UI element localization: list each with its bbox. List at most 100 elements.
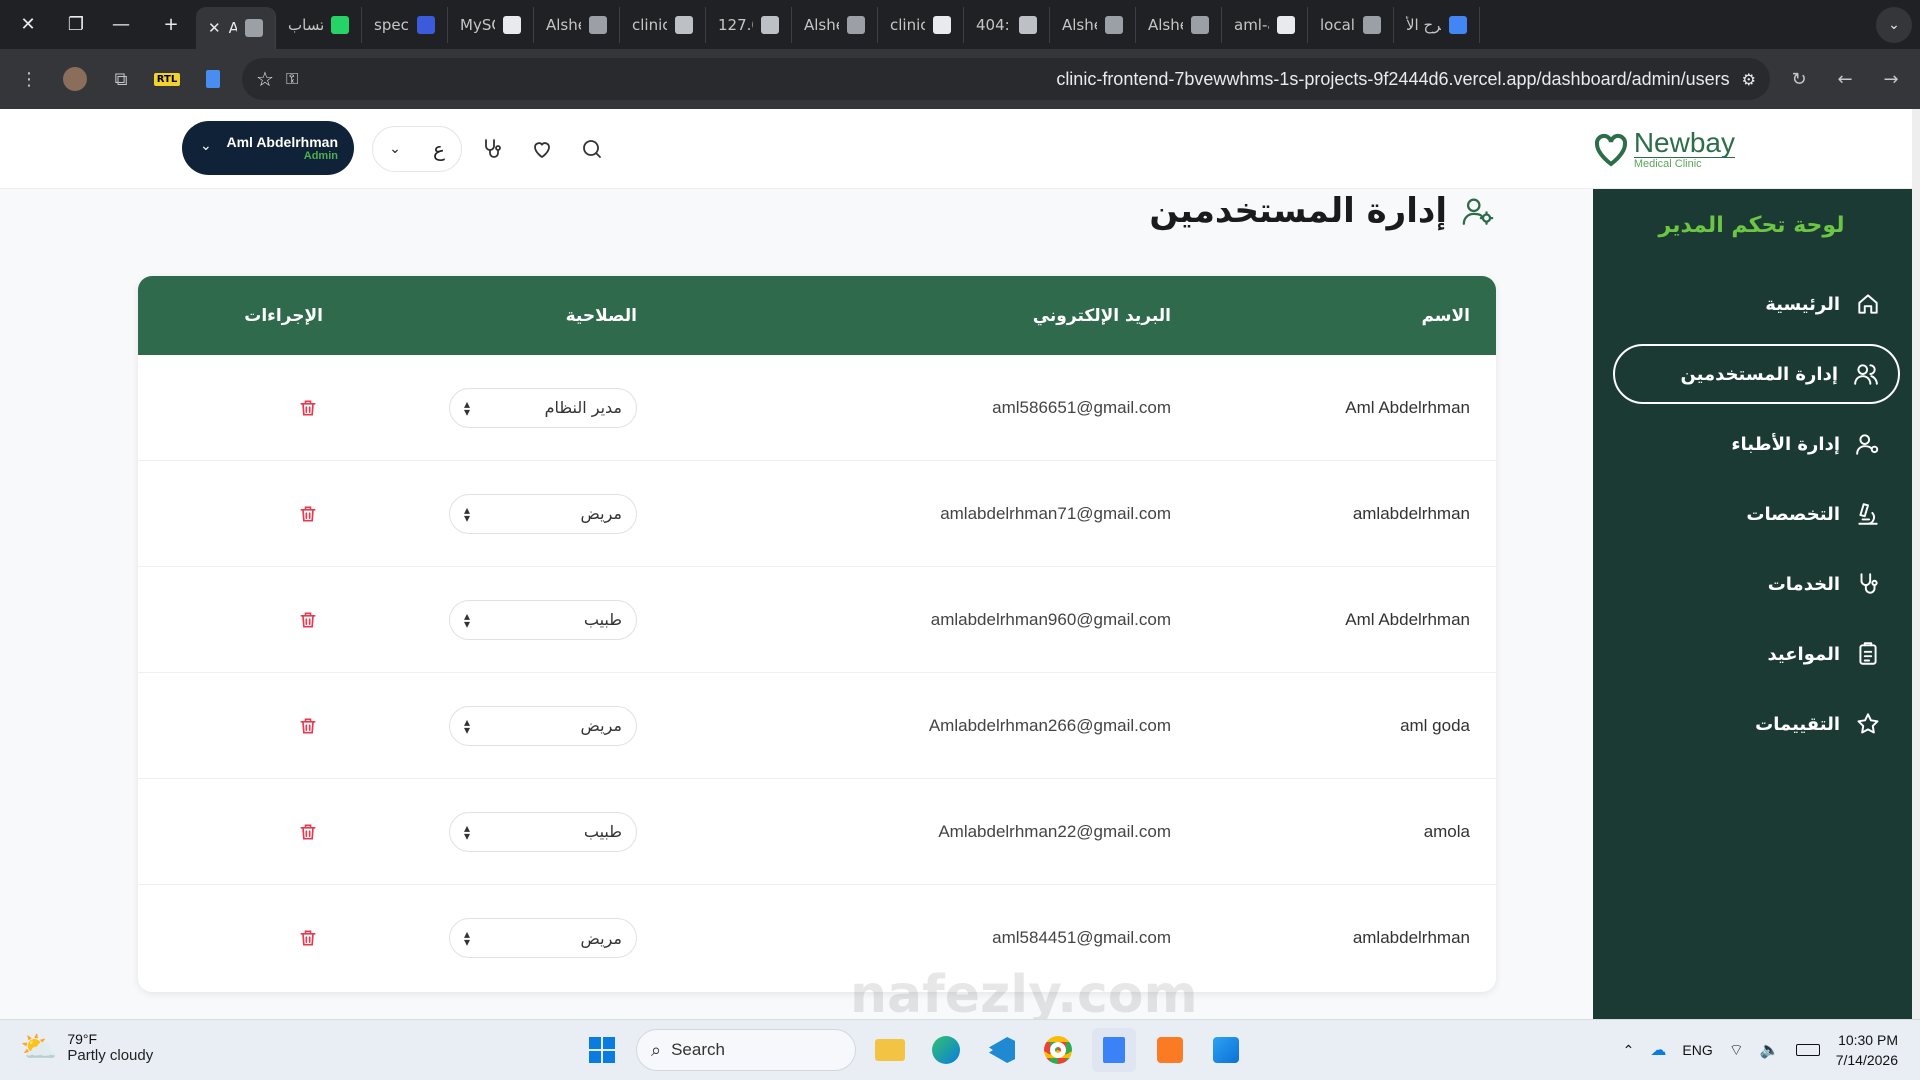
taskbar-search[interactable]: ⌕ Search (636, 1029, 856, 1071)
tab-label: speciali (374, 15, 409, 34)
volume-icon[interactable]: 🔈 (1760, 1040, 1780, 1060)
role-select[interactable]: طبيب ▴ ▾ (449, 811, 637, 852)
tab-label: 127.0.0 (718, 15, 753, 34)
battery-icon[interactable] (1795, 1044, 1820, 1056)
minimize-window-icon[interactable]: — (96, 0, 146, 49)
paint-icon[interactable] (1204, 1028, 1248, 1072)
language-indicator[interactable]: ENG (1682, 1042, 1712, 1058)
browser-tab[interactable]: clinic-f (878, 6, 964, 43)
user-name-cell: aml goda (1400, 715, 1470, 735)
sidebar-title: لوحة تحكم المدير (1658, 213, 1845, 238)
browser-tab[interactable]: aml-ab (1222, 6, 1308, 43)
page-scrollbar[interactable] (1912, 109, 1920, 1019)
browser-tab[interactable]: 127.0.0 (706, 6, 792, 43)
file-explorer-icon[interactable] (868, 1028, 912, 1072)
browser-tab-bar: ✕ ❐ — + ✕ Als واتساب speciali MySQL Alshefa cl… (0, 0, 1920, 49)
tab-favicon-icon (761, 15, 779, 34)
browser-tab[interactable]: Alshefa (534, 6, 620, 43)
stethoscope-icon[interactable] (472, 129, 512, 169)
chevron-up-icon[interactable]: ⌃ (1623, 1042, 1635, 1059)
table-row: amlabdelrhman aml584451@gmail.com مريض ▴ ▾ (138, 885, 1496, 991)
tab-favicon-icon (847, 15, 865, 34)
page-title: إدارة المستخدمين (1149, 191, 1447, 231)
role-select[interactable]: مريض ▴ ▾ (449, 918, 637, 958)
wifi-icon[interactable]: ⌔ (1729, 1040, 1744, 1060)
browser-tab[interactable]: Alshefa (792, 6, 878, 43)
delete-user-button[interactable] (293, 817, 323, 847)
delete-user-button[interactable] (293, 605, 323, 635)
document-extension-icon[interactable] (196, 62, 230, 96)
browser-tab[interactable]: ✕ Als (196, 7, 276, 49)
user-name-cell: amlabdelrhman (1352, 928, 1470, 947)
back-icon[interactable]: ← (1828, 62, 1862, 96)
sidebar-item-1[interactable]: الرئيسية (1613, 274, 1900, 334)
role-value: طبيب (583, 610, 622, 629)
extensions-icon[interactable]: ⧉ (104, 62, 138, 96)
windows-start-icon[interactable] (580, 1028, 624, 1072)
partly-cloudy-icon: ⛅ (20, 1030, 58, 1065)
reload-icon[interactable]: ↻ (1782, 62, 1816, 96)
chrome-icon[interactable] (1036, 1028, 1080, 1072)
delete-user-button[interactable] (293, 499, 323, 529)
menu-dots-icon[interactable]: ⋮ (12, 62, 46, 96)
clipboard-icon (1854, 640, 1882, 668)
browser-tab[interactable]: شرح الأ (1394, 6, 1480, 43)
xampp-icon[interactable] (1148, 1028, 1192, 1072)
browser-tab[interactable]: clinic-b (620, 6, 706, 43)
password-key-icon[interactable]: ⚿ (286, 69, 298, 89)
url-text[interactable]: clinic-frontend-7bvewwhms-1s-projects-9f… (1056, 69, 1729, 90)
tab-search-icon[interactable]: ⌄ (1876, 6, 1912, 43)
role-select[interactable]: مريض ▴ ▾ (449, 493, 637, 534)
user-settings-icon (1462, 198, 1494, 225)
edge-icon[interactable] (924, 1028, 968, 1072)
close-window-icon[interactable]: ✕ (0, 0, 56, 49)
browser-tab[interactable]: localho (1308, 6, 1394, 43)
heart-icon[interactable] (522, 129, 562, 169)
search-icon[interactable] (572, 129, 612, 169)
new-tab-button[interactable]: + (146, 0, 196, 49)
browser-tab[interactable]: واتساب (276, 6, 362, 43)
site-settings-icon[interactable]: ⚙ (1742, 70, 1756, 89)
language-switcher[interactable]: ⌄ ع (372, 126, 462, 172)
address-bar[interactable]: ☆ ⚿ clinic-frontend-7bvewwhms-1s-project… (242, 58, 1770, 100)
forward-icon[interactable]: → (1874, 62, 1908, 96)
table-row: aml goda Amlabdelrhman266@gmail.com مريض ▴ ▾ (138, 673, 1496, 779)
notepad-icon[interactable] (1092, 1028, 1136, 1072)
table-row: Aml Abdelrhman aml586651@gmail.com مدير ال… (138, 355, 1496, 461)
sidebar-item-4[interactable]: التخصصات (1613, 484, 1900, 544)
bookmark-star-icon[interactable]: ☆ (256, 67, 274, 91)
weather-widget[interactable]: ⛅ 79°F Partly cloudy (20, 1030, 153, 1065)
browser-tab[interactable]: Alshefa (1050, 6, 1136, 43)
rtl-extension-icon[interactable]: RTL (150, 62, 184, 96)
browser-tab[interactable]: MySQL (448, 6, 534, 43)
actions-cell (138, 923, 393, 953)
sidebar-item-5[interactable]: الخدمات (1613, 554, 1900, 614)
role-select[interactable]: مدير النظام ▴ ▾ (449, 387, 637, 428)
browser-tab[interactable]: 404: N (964, 6, 1050, 43)
tab-strip: ✕ Als واتساب speciali MySQL Alshefa clinic-b 12… (196, 0, 1480, 49)
browser-tab[interactable]: speciali (362, 6, 448, 43)
restore-window-icon[interactable]: ❐ (56, 0, 96, 49)
role-select[interactable]: مريض ▴ ▾ (449, 705, 637, 746)
delete-user-button[interactable] (293, 393, 323, 423)
sidebar-item-7[interactable]: التقييمات (1613, 694, 1900, 754)
sidebar-item-3[interactable]: إدارة الأطباء (1613, 414, 1900, 474)
delete-user-button[interactable] (293, 923, 323, 953)
onedrive-icon[interactable]: ☁ (1650, 1040, 1666, 1060)
role-select[interactable]: طبيب ▴ ▾ (449, 599, 637, 640)
profile-avatar[interactable] (58, 62, 92, 96)
close-tab-icon[interactable]: ✕ (208, 19, 221, 37)
sidebar-item-6[interactable]: المواعيد (1613, 624, 1900, 684)
delete-user-button[interactable] (293, 711, 323, 741)
clock[interactable]: 10:30 PM 7/14/2026 (1836, 1030, 1898, 1070)
tab-label: Alshefa (1062, 15, 1097, 34)
table-row: amlabdelrhman amlabdelrhman71@gmail.com مر… (138, 461, 1496, 567)
clinic-logo[interactable]: Newbay Medical Clinic (1594, 129, 1735, 170)
select-arrows-icon: ▴ ▾ (464, 714, 471, 737)
user-menu-button[interactable]: ⌄ Aml Abdelrhman Admin (182, 121, 354, 175)
browser-tab[interactable]: Alshefa (1136, 6, 1222, 43)
user-email-cell: aml584451@gmail.com (992, 928, 1171, 947)
select-arrows-icon: ▴ ▾ (464, 608, 471, 631)
sidebar-item-2[interactable]: إدارة المستخدمين (1613, 344, 1900, 404)
vscode-icon[interactable] (980, 1028, 1024, 1072)
